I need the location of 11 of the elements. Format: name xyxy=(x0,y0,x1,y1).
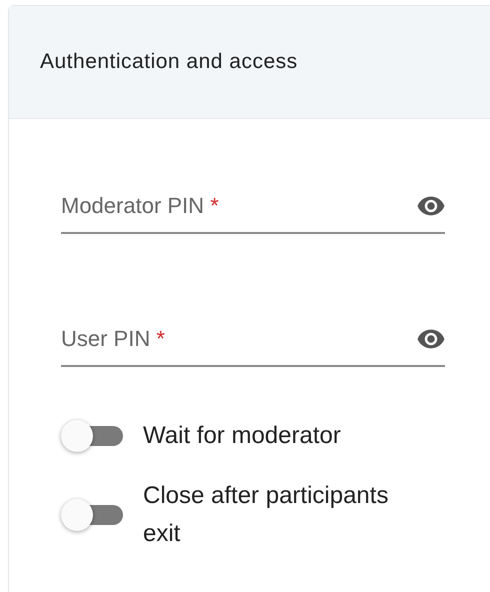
pin-field[interactable]: Moderator PIN * xyxy=(61,189,445,234)
toggle-label: Wait for moderator xyxy=(143,421,342,451)
toggle-switch[interactable] xyxy=(61,497,125,533)
eye-icon[interactable] xyxy=(417,328,445,348)
eye-icon[interactable] xyxy=(417,196,445,216)
section-title: Authentication and access xyxy=(40,49,298,76)
field-label: User PIN * xyxy=(61,325,165,353)
pin-field[interactable]: User PIN * xyxy=(61,322,445,367)
field-label: Moderator PIN * xyxy=(61,192,219,220)
toggle-label: Close after participants exit xyxy=(143,481,390,549)
toggle-switch[interactable] xyxy=(61,418,125,454)
